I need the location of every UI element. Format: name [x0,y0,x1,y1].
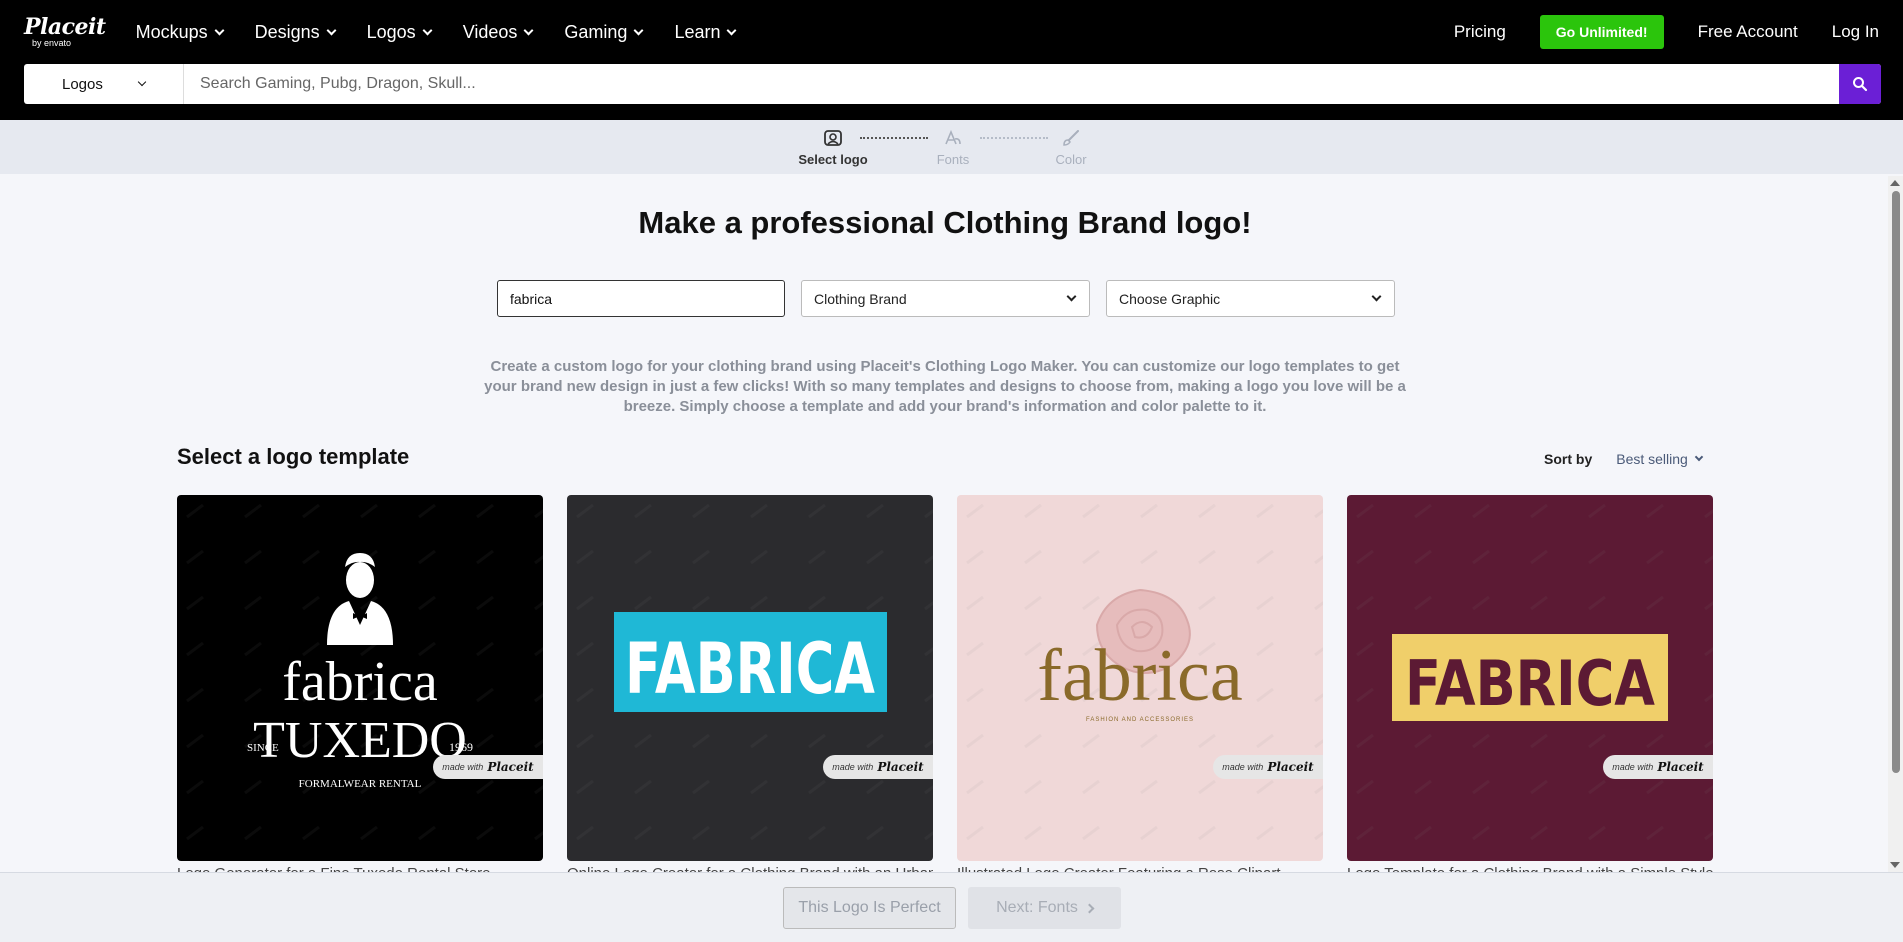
search-button[interactable] [1839,64,1881,104]
watermark-badge: made with Placeit [1603,755,1713,779]
nav-label: Logos [366,21,416,42]
sort-select[interactable]: Best selling [1616,451,1704,467]
watermark-prefix: made with [1612,762,1654,772]
step-select-logo[interactable]: Select logo [788,128,878,167]
go-unlimited-button[interactable]: Go Unlimited! [1539,15,1664,49]
search-row: Logos [0,64,1903,120]
step-color[interactable]: Color [1026,128,1116,167]
card-main-text: FABRICA [1405,647,1655,720]
nav-label: Gaming [564,21,628,42]
watermark-brand: Placeit [487,760,534,774]
card-main-text: fabrica [282,651,438,713]
brand-name: Placeit [24,14,106,40]
top-nav: Placeit by envato Mockups Designs Logos … [0,0,1903,64]
nav-mockups[interactable]: Mockups [135,21,225,43]
nav-videos[interactable]: Videos [462,21,534,43]
page-title: Make a professional Clothing Brand logo! [638,205,1252,240]
chevron-down-icon [1694,452,1704,462]
chevron-down-icon [633,25,644,35]
watermark-brand: Placeit [1657,760,1704,774]
page-description: Create a custom logo for your clothing b… [484,358,1406,415]
filter-row: Clothing Brand Choose Graphic [497,280,1395,317]
nav-gaming[interactable]: Gaming [564,21,644,43]
sort-control: Sort by Best selling [1544,451,1704,467]
industry-select[interactable]: Clothing Brand [801,280,1090,317]
watermark-badge: made with Placeit [823,755,933,779]
free-account-link[interactable]: Free Account [1698,22,1798,42]
chevron-down-icon [727,25,737,35]
nav-label: Designs [254,21,320,42]
step-fonts[interactable]: Fonts [908,128,998,167]
chevron-right-icon [1084,903,1095,913]
placeit-logo[interactable]: Placeit by envato [24,16,106,48]
nav-label: Videos [462,21,518,42]
graphic-select[interactable]: Choose Graphic [1106,280,1395,317]
tuxedo-logo-preview: fabrica TUXEDO SINCE 1969 FORMALWEAR REN… [177,495,543,861]
brand-sub: by envato [32,38,72,48]
simple-logo-preview: FABRICA [1347,495,1713,861]
template-card[interactable]: FABRICA made with Placeit [567,495,933,861]
card-year-text: 1969 [449,740,473,754]
login-link[interactable]: Log In [1832,22,1879,42]
sort-value: Best selling [1616,451,1688,467]
step-label: Select logo [798,152,868,167]
watermark-prefix: made with [442,762,484,772]
chevron-down-icon [523,25,534,35]
card-main-text: FABRICA [625,628,875,710]
next-fonts-button[interactable]: Next: Fonts [968,887,1121,929]
nav-label: Mockups [135,21,208,42]
brush-icon [1062,128,1080,148]
watermark-prefix: made with [832,762,874,772]
watermark-badge: made with Placeit [1213,755,1323,779]
scroll-down-arrow[interactable] [1890,862,1900,868]
nav-logos[interactable]: Logos [366,21,433,43]
step-label: Fonts [936,152,970,167]
brand-name-input[interactable] [497,280,785,317]
card-since-text: SINCE [247,742,279,754]
progress-stepper: Select logo Fonts Color [0,120,1903,174]
watermark-brand: Placeit [1267,760,1314,774]
card-main-text: fabrica [1037,635,1242,717]
graphic-value: Choose Graphic [1119,290,1221,307]
rose-logo-preview: fabrica FASHION AND ACCESSORIES [957,495,1323,861]
nav-learn[interactable]: Learn [674,21,737,43]
nav-label: Learn [674,21,721,42]
template-card[interactable]: fabrica TUXEDO SINCE 1969 FORMALWEAR REN… [177,495,543,861]
chevron-down-icon [1066,291,1077,302]
pricing-link[interactable]: Pricing [1454,22,1506,42]
scroll-thumb[interactable] [1892,191,1900,773]
watermark-badge: made with Placeit [433,755,543,779]
chevron-down-icon [214,25,225,35]
card-tagline: FASHION AND ACCESSORIES [1086,717,1194,723]
template-grid: fabrica TUXEDO SINCE 1969 FORMALWEAR REN… [177,495,1713,861]
urban-logo-preview: FABRICA [567,495,933,861]
main-menu: Mockups Designs Logos Videos Gaming Lear… [135,21,737,43]
font-icon [944,128,962,148]
scroll-up-arrow[interactable] [1890,180,1900,186]
sort-label: Sort by [1544,451,1593,467]
watermark-prefix: made with [1222,762,1264,772]
search-icon [1853,77,1868,92]
chevron-down-icon [1371,291,1382,302]
industry-value: Clothing Brand [814,290,907,307]
logo-is-perfect-button[interactable]: This Logo Is Perfect [783,887,956,929]
category-value: Logos [62,75,103,93]
template-card[interactable]: FABRICA made with Placeit [1347,495,1713,861]
category-select[interactable]: Logos [24,64,184,104]
search-bar: Logos [24,64,1881,104]
section-title: Select a logo template [177,444,410,469]
step-label: Color [1055,152,1087,167]
logo-icon [824,128,842,148]
chevron-down-icon [137,77,147,87]
card-tagline: FORMALWEAR RENTAL [299,778,422,790]
nav-designs[interactable]: Designs [254,21,337,43]
nav-right: Pricing Go Unlimited! Free Account Log I… [1454,15,1879,49]
next-label: Next: Fonts [996,899,1078,916]
template-card[interactable]: fabrica FASHION AND ACCESSORIES made wit… [957,495,1323,861]
chevron-down-icon [422,25,433,35]
watermark-brand: Placeit [877,760,924,774]
chevron-down-icon [326,25,337,35]
bottom-action-bar: This Logo Is Perfect Next: Fonts [0,872,1903,942]
search-input[interactable] [184,64,1839,104]
